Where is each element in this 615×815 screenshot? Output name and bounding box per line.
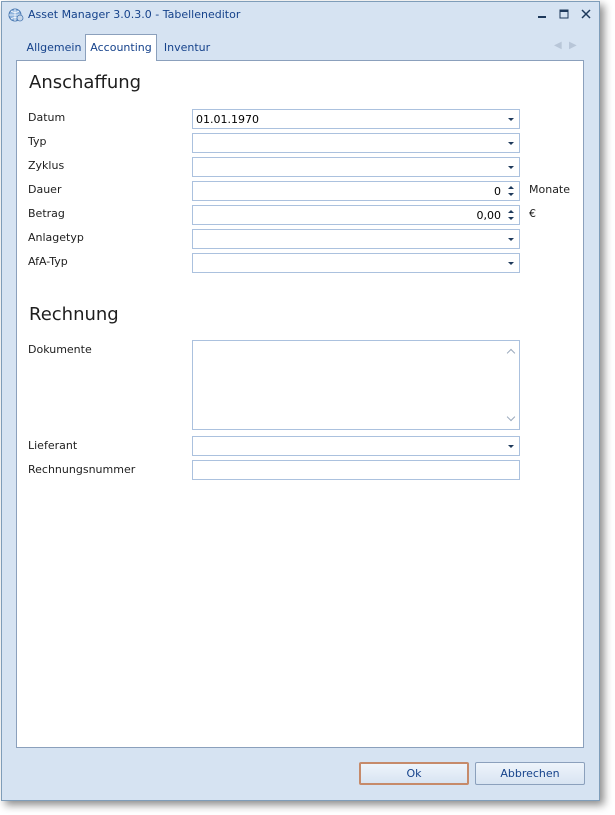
chevron-down-icon[interactable] — [503, 135, 518, 151]
tab-scroll-right-icon[interactable]: ▶ — [569, 40, 577, 51]
accounting-panel: Anschaffung Datum 01.01.1970 Typ Zyklus … — [16, 60, 584, 748]
scroll-down-icon[interactable] — [506, 412, 516, 422]
tab-accounting[interactable]: Accounting — [85, 34, 157, 61]
dokumente-textarea[interactable] — [192, 340, 520, 430]
tab-inventur[interactable]: Inventur — [159, 36, 215, 60]
anlagetyp-dropdown[interactable] — [192, 229, 520, 249]
scroll-up-icon[interactable] — [506, 348, 516, 358]
title-bar[interactable]: Asset Manager 3.0.3.0 - Tabelleneditor — [2, 2, 599, 28]
betrag-value: 0,00 — [476, 209, 502, 222]
label-rechnungsnummer: Rechnungsnummer — [28, 463, 136, 476]
label-typ: Typ — [28, 135, 47, 148]
close-button[interactable] — [577, 6, 595, 22]
chevron-down-icon[interactable] — [503, 231, 518, 247]
section-title-anschaffung: Anschaffung — [29, 72, 142, 93]
label-datum: Datum — [28, 111, 66, 124]
chevron-down-icon[interactable] — [503, 111, 518, 127]
maximize-button[interactable] — [555, 6, 573, 22]
zyklus-dropdown[interactable] — [192, 157, 520, 177]
label-zyklus: Zyklus — [28, 159, 65, 172]
label-afa-typ: AfA-Typ — [28, 255, 68, 268]
betrag-unit: € — [529, 207, 536, 220]
tab-scroll-left-icon[interactable]: ◀ — [554, 40, 562, 51]
datum-dropdown[interactable]: 01.01.1970 — [192, 109, 520, 129]
label-betrag: Betrag — [28, 207, 65, 220]
editor-window: Asset Manager 3.0.3.0 - Tabelleneditor A… — [1, 1, 600, 801]
betrag-spinner[interactable]: 0,00 — [192, 205, 520, 225]
dauer-spinner[interactable]: 0 — [192, 181, 520, 201]
label-dauer: Dauer — [28, 183, 62, 196]
spinner-arrows-icon[interactable] — [503, 183, 518, 199]
window-title: Asset Manager 3.0.3.0 - Tabelleneditor — [28, 8, 241, 21]
maximize-icon — [559, 9, 569, 19]
close-icon — [581, 9, 591, 19]
lieferant-dropdown[interactable] — [192, 436, 520, 456]
cancel-button[interactable]: Abbrechen — [475, 762, 585, 785]
chevron-down-icon[interactable] — [503, 438, 518, 454]
tab-strip: Allgemein Accounting Inventur ◀ ▶ — [16, 34, 584, 61]
rechnungsnummer-input[interactable] — [192, 460, 520, 480]
afa-typ-dropdown[interactable] — [192, 253, 520, 273]
label-dokumente: Dokumente — [28, 343, 92, 356]
section-title-rechnung: Rechnung — [29, 304, 119, 325]
tab-allgemein[interactable]: Allgemein — [20, 36, 88, 60]
chevron-down-icon[interactable] — [503, 159, 518, 175]
minimize-button[interactable] — [533, 6, 551, 22]
typ-dropdown[interactable] — [192, 133, 520, 153]
chevron-down-icon[interactable] — [503, 255, 518, 271]
label-anlagetyp: Anlagetyp — [28, 231, 84, 244]
minimize-icon — [538, 16, 546, 18]
label-lieferant: Lieferant — [28, 439, 78, 452]
dauer-value: 0 — [494, 185, 501, 198]
app-globe-icon — [8, 8, 24, 22]
dauer-unit: Monate — [529, 183, 571, 196]
ok-button[interactable]: Ok — [359, 762, 469, 785]
spinner-arrows-icon[interactable] — [503, 207, 518, 223]
datum-value: 01.01.1970 — [196, 113, 259, 126]
